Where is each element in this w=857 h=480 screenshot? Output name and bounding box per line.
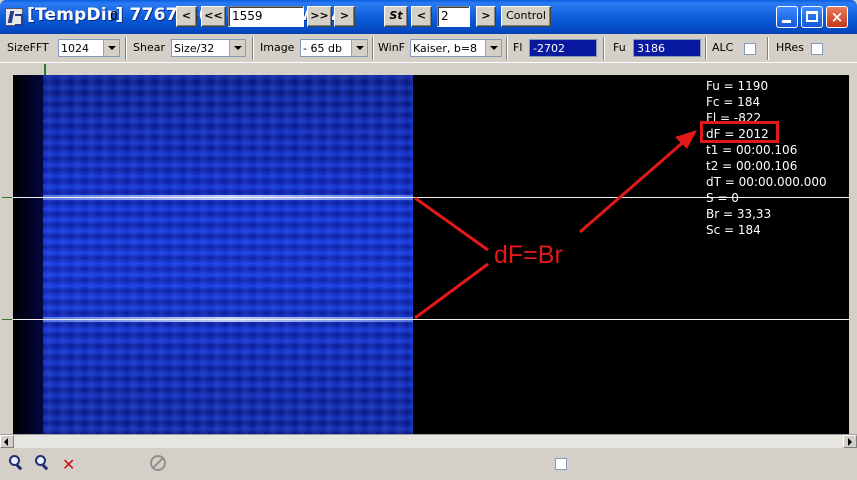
control-button[interactable]: Control [501, 6, 551, 27]
bottom-toolbar [0, 448, 857, 480]
st-button[interactable]: St [384, 6, 408, 27]
arrow-line-upper [414, 196, 489, 252]
zoom-in-icon[interactable] [9, 455, 24, 471]
zoom-out-icon[interactable] [35, 455, 50, 471]
step-next-button[interactable]: > [476, 6, 496, 27]
arrow-line-to-df [579, 136, 689, 234]
scroll-right-button[interactable] [843, 435, 857, 448]
prev-fast-button[interactable]: << [201, 6, 226, 27]
horizontal-scrollbar[interactable] [0, 434, 857, 448]
no-entry-icon[interactable] [150, 455, 166, 471]
position-field[interactable]: 1559 [228, 6, 304, 27]
counter-value: 0 [110, 9, 118, 23]
step-prev-button[interactable]: < [411, 6, 432, 27]
scroll-left-button[interactable] [0, 435, 14, 448]
delete-icon[interactable]: ✕ [62, 455, 75, 474]
step-field[interactable]: 2 [437, 6, 470, 27]
next-fast-button[interactable]: >> [307, 6, 332, 27]
prev-button[interactable]: < [176, 6, 197, 27]
next-button[interactable]: > [334, 6, 355, 27]
annotation-arrows [414, 130, 697, 320]
control-checkbox[interactable] [555, 458, 567, 470]
arrow-line-lower [414, 262, 489, 320]
